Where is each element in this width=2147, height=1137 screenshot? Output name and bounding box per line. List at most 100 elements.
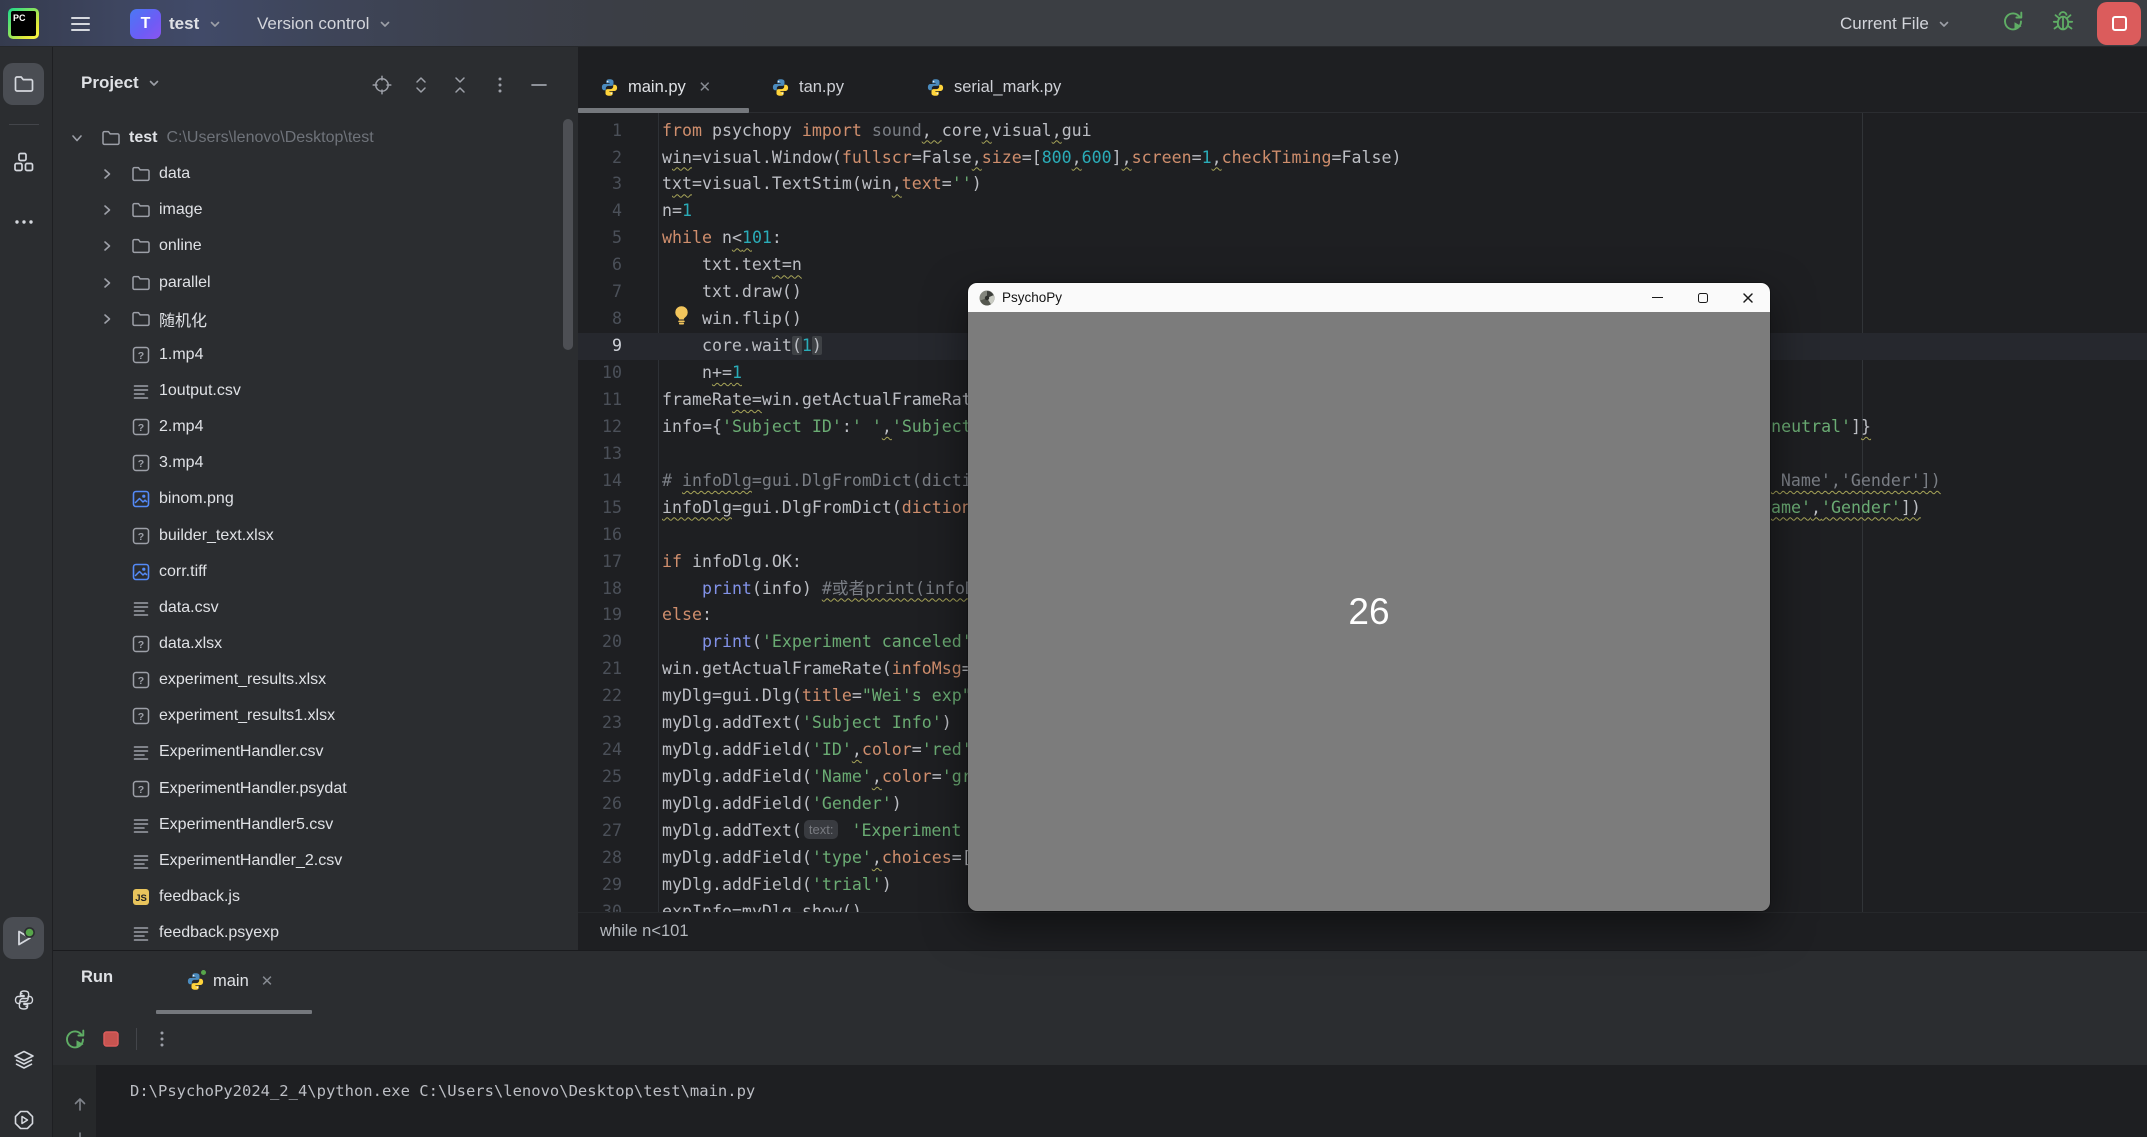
code-line-3[interactable]: 3txt=visual.TextStim(win,text='') (578, 171, 2147, 198)
chevron-right-icon[interactable] (100, 239, 114, 253)
line-number[interactable]: 16 (578, 522, 622, 549)
stripe-button-python-console[interactable] (3, 979, 44, 1021)
options-icon[interactable] (489, 74, 511, 96)
tree-item-data[interactable]: data (53, 156, 578, 192)
breadcrumb-item[interactable]: while n<101 (600, 922, 689, 941)
line-number[interactable]: 8 (578, 306, 622, 333)
code-line-2[interactable]: 2win=visual.Window(fullscr=False,size=[8… (578, 145, 2147, 172)
tree-item-test[interactable]: testC:\Users\lenovo\Desktop\test (53, 120, 578, 156)
stripe-button-structure[interactable] (3, 141, 44, 183)
tree-item-ExperimentHandler.csv[interactable]: ExperimentHandler.csv (53, 734, 578, 770)
tree-item-image[interactable]: image (53, 192, 578, 228)
project-switcher[interactable]: test (169, 0, 221, 47)
line-number[interactable]: 24 (578, 737, 622, 764)
line-number[interactable]: 14 (578, 468, 622, 495)
line-number[interactable]: 28 (578, 845, 622, 872)
run-tab-main[interactable]: main ✕ (156, 951, 312, 1011)
line-number[interactable]: 13 (578, 441, 622, 468)
line-number[interactable]: 5 (578, 225, 622, 252)
stripe-button-more[interactable] (3, 201, 44, 243)
line-number[interactable]: 2 (578, 145, 622, 172)
line-number[interactable]: 19 (578, 602, 622, 629)
tree-item-parallel[interactable]: parallel (53, 265, 578, 301)
tree-item-data.csv[interactable]: data.csv (53, 590, 578, 626)
line-number[interactable]: 6 (578, 252, 622, 279)
tree-item-随机化[interactable]: 随机化 (53, 301, 578, 337)
line-number[interactable]: 20 (578, 629, 622, 656)
line-number[interactable]: 4 (578, 198, 622, 225)
code-line-5[interactable]: 5while n<101: (578, 225, 2147, 252)
stripe-button-project-folder[interactable] (3, 63, 44, 105)
locate-icon[interactable] (371, 74, 393, 96)
tree-item-1.mp4[interactable]: ?1.mp4 (53, 337, 578, 373)
line-number[interactable]: 1 (578, 118, 622, 145)
project-avatar[interactable]: T (130, 9, 161, 39)
debug-button[interactable] (2050, 0, 2076, 47)
editor-tab-main.py[interactable]: main.py✕ (578, 61, 749, 113)
line-number[interactable]: 11 (578, 387, 622, 414)
intention-bulb-icon[interactable] (669, 303, 694, 328)
line-number[interactable]: 27 (578, 818, 622, 845)
rerun-icon[interactable] (61, 1025, 89, 1053)
tree-item-3.mp4[interactable]: ?3.mp4 (53, 445, 578, 481)
more-options-icon[interactable] (148, 1025, 176, 1053)
project-scrollbar[interactable] (563, 119, 573, 350)
maximize-button[interactable] (1680, 283, 1725, 312)
line-number[interactable]: 15 (578, 495, 622, 522)
scroll-down-icon[interactable] (70, 1129, 90, 1137)
tree-item-1output.csv[interactable]: 1output.csv (53, 373, 578, 409)
tree-item-online[interactable]: online (53, 228, 578, 264)
line-number[interactable]: 25 (578, 764, 622, 791)
tree-item-feedback.js[interactable]: JSfeedback.js (53, 879, 578, 915)
hide-icon[interactable] (528, 74, 550, 96)
tree-item-2.mp4[interactable]: ?2.mp4 (53, 409, 578, 445)
tree-item-ExperimentHandler5.csv[interactable]: ExperimentHandler5.csv (53, 807, 578, 843)
minimize-button[interactable] (1635, 283, 1680, 312)
main-menu-button[interactable] (63, 0, 97, 47)
line-number[interactable]: 23 (578, 710, 622, 737)
close-icon[interactable]: ✕ (261, 972, 274, 990)
vcs-widget[interactable]: Version control (257, 0, 391, 47)
chevron-down-icon[interactable] (70, 131, 84, 145)
code-line-6[interactable]: 6 txt.text=n (578, 252, 2147, 279)
project-panel-title[interactable]: Project (81, 73, 160, 93)
line-number[interactable]: 3 (578, 171, 622, 198)
tree-item-ExperimentHandler.psydat[interactable]: ?ExperimentHandler.psydat (53, 771, 578, 807)
tree-item-builder_text.xlsx[interactable]: ?builder_text.xlsx (53, 518, 578, 554)
line-number[interactable]: 7 (578, 279, 622, 306)
tree-item-ExperimentHandler_2.csv[interactable]: ExperimentHandler_2.csv (53, 843, 578, 879)
line-number[interactable]: 29 (578, 872, 622, 899)
collapse-all-icon[interactable] (449, 74, 471, 96)
tree-item-data.xlsx[interactable]: ?data.xlsx (53, 626, 578, 662)
tree-item-experiment_results1.xlsx[interactable]: ?experiment_results1.xlsx (53, 698, 578, 734)
expand-all-icon[interactable] (410, 74, 432, 96)
stripe-button-run[interactable] (3, 917, 44, 959)
line-number[interactable]: 9 (578, 333, 622, 360)
tree-item-feedback.psyexp[interactable]: feedback.psyexp (53, 915, 578, 951)
code-line-4[interactable]: 4n=1 (578, 198, 2147, 225)
line-number[interactable]: 22 (578, 683, 622, 710)
chevron-right-icon[interactable] (100, 203, 114, 217)
editor-tab-tan.py[interactable]: tan.py (749, 61, 904, 113)
rerun-button[interactable] (2000, 0, 2026, 47)
stop-button[interactable] (2097, 2, 2141, 45)
tree-item-experiment_results.xlsx[interactable]: ?experiment_results.xlsx (53, 662, 578, 698)
stripe-button-services[interactable] (3, 1039, 44, 1081)
code-line-1[interactable]: 1from psychopy import sound, core,visual… (578, 118, 2147, 145)
line-number[interactable]: 10 (578, 360, 622, 387)
line-number[interactable]: 17 (578, 549, 622, 576)
run-configuration-selector[interactable]: Current File (1840, 0, 1950, 47)
line-number[interactable]: 12 (578, 414, 622, 441)
chevron-right-icon[interactable] (100, 276, 114, 290)
line-number[interactable]: 21 (578, 656, 622, 683)
psychopy-window[interactable]: PsychoPy 26 (968, 283, 1770, 911)
line-number[interactable]: 26 (578, 791, 622, 818)
close-icon[interactable]: ✕ (698, 78, 712, 96)
scroll-up-icon[interactable] (70, 1094, 90, 1114)
stripe-button-problems[interactable] (3, 1099, 44, 1137)
line-number[interactable]: 18 (578, 576, 622, 603)
stop-icon[interactable] (97, 1025, 125, 1053)
chevron-right-icon[interactable] (100, 312, 114, 326)
run-console[interactable]: D:\PsychoPy2024_2_4\python.exe C:\Users\… (53, 1065, 2147, 1137)
editor-tab-serial_mark.py[interactable]: serial_mark.py (904, 61, 1108, 113)
